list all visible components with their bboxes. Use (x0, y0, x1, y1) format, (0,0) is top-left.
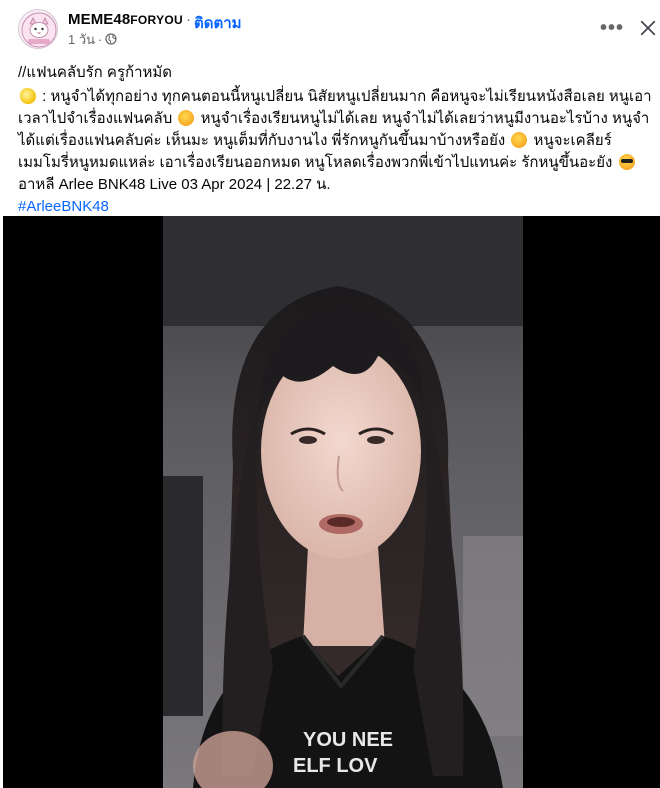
page-name[interactable]: MEME48Foryou (68, 11, 183, 28)
page-name-main: MEME48 (68, 11, 131, 28)
post-header: MEME48Foryou · ติดตาม 1 วัน · ••• (0, 0, 660, 56)
facebook-post: MEME48Foryou · ติดตาม 1 วัน · ••• //แฟ (0, 0, 660, 788)
post-meta: 1 วัน · (68, 31, 117, 47)
avatar-cat-logo (19, 10, 57, 48)
laughing-emoji-icon (511, 132, 528, 148)
follow-separator: · (186, 11, 191, 28)
lemon-emoji-icon (20, 88, 36, 104)
page-avatar[interactable] (18, 9, 58, 49)
video-frame: YOU NEE ELF LOV (163, 216, 523, 788)
post-body: //แฟนคลับรัก ครูก้าหมัด : หนูจำได้ทุกอย่… (18, 62, 654, 218)
shirt-text-line1: YOU NEE (303, 729, 393, 751)
follow-button[interactable]: ติดตาม (194, 11, 242, 35)
video-player[interactable]: YOU NEE ELF LOV (3, 216, 660, 788)
sunglasses-emoji-icon (618, 154, 635, 170)
post-caption: อาหลี Arlee BNK48 Live 03 Apr 2024 | 22.… (18, 176, 331, 193)
laughing-emoji-icon (178, 110, 195, 126)
close-icon (640, 20, 656, 36)
shirt-text-line2: ELF LOV (293, 755, 378, 777)
hashtag-link[interactable]: #ArleeBNK48 (18, 196, 654, 218)
post-title: //แฟนคลับรัก ครูก้าหมัด (18, 64, 173, 81)
post-time[interactable]: 1 วัน (68, 29, 95, 50)
close-button[interactable] (634, 14, 660, 42)
more-options-button[interactable]: ••• (598, 14, 626, 42)
more-dots-icon: ••• (599, 16, 624, 39)
globe-icon (105, 33, 117, 45)
post-paragraph: : หนูจำได้ทุกอย่าง ทุกคนตอนนี้หนูเปลี่ยน… (18, 86, 654, 174)
video-still-image: YOU NEE ELF LOV (163, 216, 523, 788)
page-name-suffix: Foryou (130, 13, 183, 27)
meta-separator: · (98, 31, 103, 47)
